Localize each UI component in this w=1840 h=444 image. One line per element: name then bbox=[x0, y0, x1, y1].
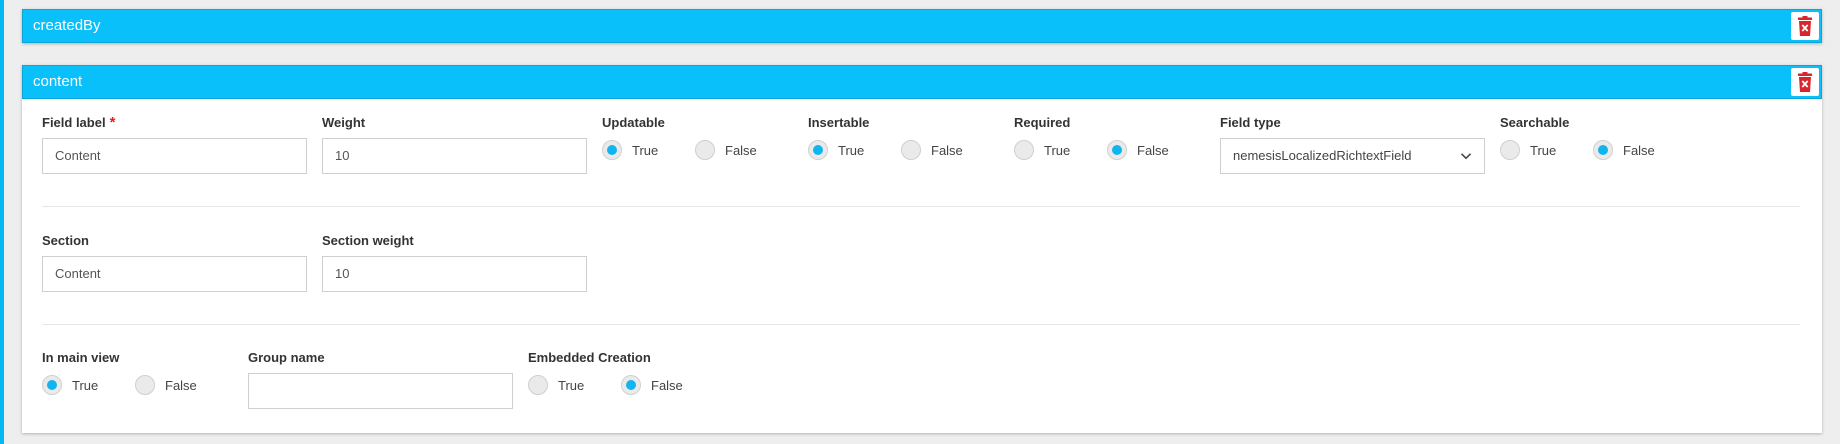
insertable-group: Insertable True False bbox=[808, 114, 963, 160]
in-main-view-label: In main view bbox=[42, 350, 120, 365]
section-input[interactable]: Content bbox=[42, 256, 307, 292]
required-true-radio[interactable]: True bbox=[1014, 138, 1070, 162]
weight-input[interactable]: 10 bbox=[322, 138, 587, 174]
required-label: Required bbox=[1014, 115, 1071, 130]
updatable-true-radio[interactable]: True bbox=[602, 138, 658, 162]
updatable-label: Updatable bbox=[602, 115, 665, 130]
searchable-false-radio[interactable]: False bbox=[1593, 138, 1655, 162]
divider bbox=[42, 206, 1800, 207]
searchable-true-radio[interactable]: True bbox=[1500, 138, 1556, 162]
embedded-creation-false-radio[interactable]: False bbox=[621, 373, 683, 397]
updatable-group: Updatable True False bbox=[602, 114, 757, 160]
section-weight-input[interactable]: 10 bbox=[322, 256, 587, 292]
left-accent-bar bbox=[0, 0, 4, 444]
insertable-true-radio[interactable]: True bbox=[808, 138, 864, 162]
delete-button[interactable] bbox=[1791, 68, 1819, 96]
section-label: Section bbox=[42, 233, 89, 248]
field-type-select[interactable]: nemesisLocalizedRichtextField bbox=[1220, 138, 1485, 174]
required-false-radio[interactable]: False bbox=[1107, 138, 1169, 162]
searchable-group: Searchable True False bbox=[1500, 114, 1655, 160]
embedded-creation-label: Embedded Creation bbox=[528, 350, 651, 365]
insertable-false-radio[interactable]: False bbox=[901, 138, 963, 162]
trash-delete-icon bbox=[1798, 72, 1812, 92]
weight-group: Weight 10 bbox=[322, 114, 587, 174]
group-name-group: Group name bbox=[248, 349, 513, 409]
divider bbox=[42, 324, 1800, 325]
field-label-label: Field label bbox=[42, 115, 106, 130]
in-main-view-group: In main view True False bbox=[42, 349, 197, 395]
insertable-label: Insertable bbox=[808, 115, 870, 130]
field-type-value: nemesisLocalizedRichtextField bbox=[1233, 148, 1412, 163]
in-main-view-false-radio[interactable]: False bbox=[135, 373, 197, 397]
delete-button[interactable] bbox=[1791, 12, 1819, 40]
panel-body: Field label * Content Weight 10 Updatable… bbox=[22, 99, 1822, 433]
section-weight-group: Section weight 10 bbox=[322, 232, 587, 292]
group-name-input[interactable] bbox=[248, 373, 513, 409]
required-group: Required True False bbox=[1014, 114, 1169, 160]
required-asterisk: * bbox=[109, 114, 116, 131]
field-type-label: Field type bbox=[1220, 115, 1281, 130]
field-label-group: Field label * Content bbox=[42, 114, 307, 174]
panel-header[interactable]: content bbox=[22, 65, 1822, 99]
panel-createdby: createdBy bbox=[22, 9, 1822, 43]
section-group: Section Content bbox=[42, 232, 307, 292]
field-type-group: Field type nemesisLocalizedRichtextField bbox=[1220, 114, 1485, 174]
updatable-false-radio[interactable]: False bbox=[695, 138, 757, 162]
panel-title: createdBy bbox=[33, 17, 101, 34]
panel-content: content Field label * Content Weight 10 U… bbox=[22, 65, 1822, 433]
group-name-label: Group name bbox=[248, 350, 325, 365]
embedded-creation-true-radio[interactable]: True bbox=[528, 373, 584, 397]
weight-label: Weight bbox=[322, 115, 366, 130]
chevron-down-icon bbox=[1460, 153, 1472, 160]
embedded-creation-group: Embedded Creation True False bbox=[528, 349, 683, 395]
searchable-label: Searchable bbox=[1500, 115, 1570, 130]
field-label-input[interactable]: Content bbox=[42, 138, 307, 174]
section-weight-label: Section weight bbox=[322, 233, 414, 248]
trash-delete-icon bbox=[1798, 16, 1812, 36]
in-main-view-true-radio[interactable]: True bbox=[42, 373, 98, 397]
panel-header[interactable]: createdBy bbox=[22, 9, 1822, 43]
panel-title: content bbox=[33, 73, 83, 90]
